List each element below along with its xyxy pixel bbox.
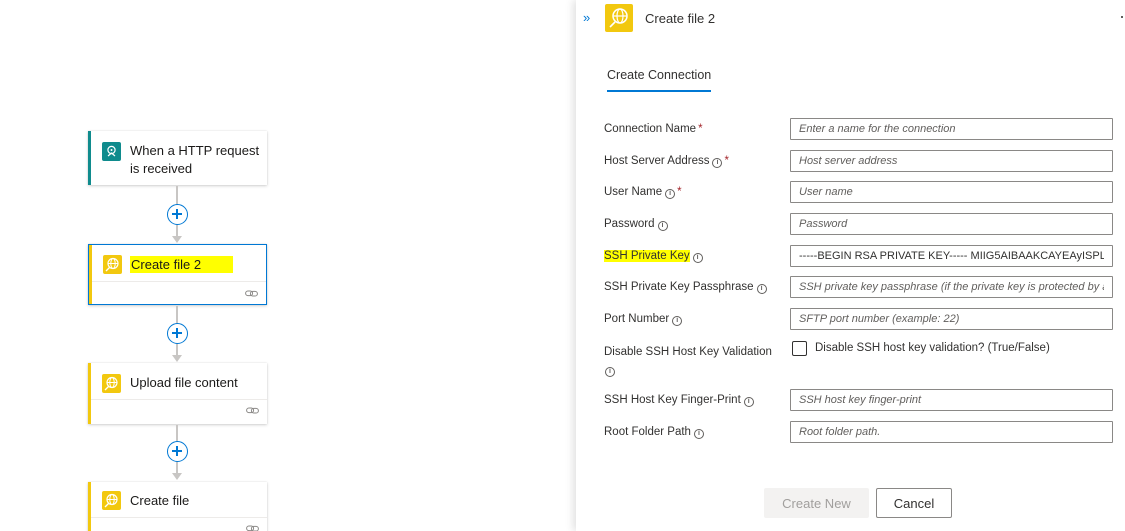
ssh-private-key-label: SSH Private Key i	[604, 250, 703, 263]
add-step-button[interactable]	[167, 441, 188, 462]
info-icon[interactable]: i	[743, 397, 754, 407]
card-title: Upload file content	[130, 375, 238, 390]
info-icon[interactable]: i	[693, 429, 704, 439]
info-icon[interactable]: i	[672, 316, 683, 326]
card-title: Create file	[130, 493, 190, 508]
expand-panel-chevron-icon[interactable]: »	[583, 10, 590, 25]
connection-panel: » Create file 2 Create Connection Connec…	[576, 0, 1125, 531]
connection-link-icon	[245, 290, 258, 297]
ssh-private-key-input[interactable]	[790, 245, 1113, 267]
required-marker: *	[724, 155, 729, 167]
connector-arrow	[172, 236, 182, 243]
card-divider	[91, 399, 267, 400]
highlighted-label: SSH Private Key	[604, 250, 690, 262]
checkbox-label: Disable SSH host key validation? (True/F…	[815, 342, 1050, 354]
ssh-private-key-passphrase-input[interactable]	[790, 276, 1113, 298]
action-card-upload-file-content[interactable]: Upload file content	[88, 363, 267, 424]
card-accent	[88, 482, 91, 531]
info-icon[interactable]: i	[712, 158, 723, 168]
connection-name-label: Connection Name *	[604, 123, 703, 135]
required-marker: *	[677, 186, 682, 198]
info-icon[interactable]: i	[756, 284, 767, 294]
host-server-address-input[interactable]	[790, 150, 1113, 172]
card-accent	[89, 245, 92, 304]
connection-name-input[interactable]	[790, 118, 1113, 140]
ssh-host-key-finger-print-input[interactable]	[790, 389, 1113, 411]
user-name-input[interactable]	[790, 181, 1113, 203]
ssh-host-key-finger-print-label: SSH Host Key Finger-Print i	[604, 394, 754, 407]
connection-link-icon	[246, 525, 259, 531]
add-step-button[interactable]	[167, 204, 188, 225]
disable-ssh-host-key-validation-checkbox[interactable]	[792, 341, 807, 356]
connection-link-icon	[246, 407, 259, 414]
sftp-globe-icon	[103, 255, 122, 274]
create-new-button[interactable]: Create New	[764, 488, 869, 518]
trigger-card-http-request[interactable]: When a HTTP request is received	[88, 131, 267, 185]
info-icon[interactable]: i	[657, 221, 668, 231]
card-accent	[88, 363, 91, 424]
info-icon[interactable]: i	[605, 367, 615, 377]
sftp-globe-icon	[102, 374, 121, 393]
sftp-globe-icon	[605, 4, 633, 32]
highlighted-title: Create file 2	[130, 256, 234, 273]
disable-ssh-host-key-validation-label: Disable SSH Host Key Validation i	[604, 346, 772, 377]
root-folder-path-label: Root Folder Path i	[604, 426, 704, 439]
connector-arrow	[172, 355, 182, 362]
http-request-icon	[102, 142, 121, 161]
password-input[interactable]	[790, 213, 1113, 235]
panel-menu-dot[interactable]	[1121, 16, 1123, 18]
panel-title: Create file 2	[645, 11, 716, 26]
card-accent	[88, 131, 91, 185]
action-card-create-file[interactable]: Create file	[88, 482, 267, 531]
sftp-globe-icon	[102, 491, 121, 510]
add-step-button[interactable]	[167, 323, 188, 344]
ssh-private-key-passphrase-label: SSH Private Key Passphrase i	[604, 281, 767, 294]
port-number-input[interactable]	[790, 308, 1113, 330]
card-title: Create file 2	[130, 256, 234, 274]
card-divider	[91, 517, 267, 518]
action-card-create-file-2[interactable]: Create file 2	[88, 244, 267, 305]
info-icon[interactable]: i	[665, 189, 676, 199]
connector-arrow	[172, 473, 182, 480]
tab-create-connection[interactable]: Create Connection	[607, 68, 712, 92]
required-marker: *	[698, 123, 703, 135]
info-icon[interactable]: i	[692, 253, 703, 263]
designer-canvas: When a HTTP request is received Create f…	[0, 0, 576, 531]
card-title: When a HTTP request is received	[130, 143, 260, 176]
host-server-address-label: Host Server Address i *	[604, 155, 729, 168]
user-name-label: User Name i *	[604, 186, 682, 199]
cancel-button[interactable]: Cancel	[876, 488, 952, 518]
root-folder-path-input[interactable]	[790, 421, 1113, 443]
card-divider	[92, 281, 266, 282]
port-number-label: Port Number i	[604, 313, 683, 326]
password-label: Password i	[604, 218, 668, 231]
